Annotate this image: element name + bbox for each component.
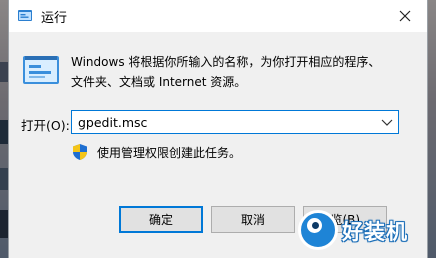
watermark: 好装机: [294, 206, 434, 256]
chevron-down-icon[interactable]: [380, 116, 394, 128]
close-button[interactable]: [383, 0, 427, 32]
open-combobox[interactable]: [71, 110, 399, 134]
description-line-2: 文件夹、文档或 Internet 资源。: [71, 75, 247, 89]
description-line-1: Windows 将根据你所输入的名称，为你打开相应的程序、: [71, 55, 381, 69]
run-app-icon: [23, 56, 59, 84]
run-icon: [18, 10, 32, 21]
open-input[interactable]: [72, 111, 378, 133]
admin-note-text: 使用管理权限创建此任务。: [97, 146, 242, 160]
cancel-button[interactable]: 取消: [211, 206, 295, 233]
title-bar: 运行: [9, 0, 427, 32]
ok-button[interactable]: 确定: [119, 206, 203, 233]
open-field-label: 打开(O):: [21, 118, 70, 133]
uac-shield-icon: [73, 144, 87, 160]
watermark-pupil-icon: [312, 222, 319, 229]
watermark-text: 好装机: [342, 220, 408, 244]
window-title: 运行: [41, 11, 68, 26]
dialog-description: Windows 将根据你所输入的名称，为你打开相应的程序、 文件夹、文档或 In…: [71, 52, 401, 92]
close-icon: [399, 10, 411, 22]
